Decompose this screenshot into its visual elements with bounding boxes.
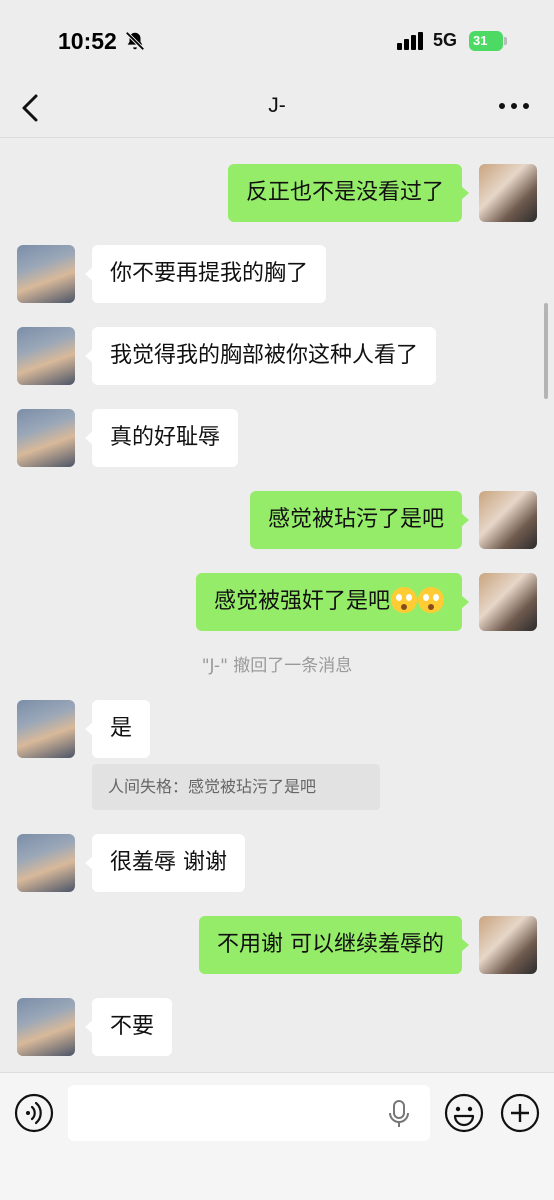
- avatar-contact[interactable]: [17, 834, 75, 892]
- message-bubble-contact[interactable]: 你不要再提我的胸了: [84, 245, 327, 303]
- message-bubble-contact[interactable]: 很羞辱 谢谢: [85, 834, 245, 892]
- message-bubble-contact[interactable]: 是: [84, 700, 151, 758]
- status-bar: 10:52 5G 31: [0, 0, 554, 80]
- avatar-contact[interactable]: [17, 327, 75, 385]
- avatar-contact[interactable]: [17, 409, 75, 467]
- message-bubble-contact[interactable]: 我觉得我的胸部被你这种人看了: [84, 327, 437, 385]
- message-text: 感觉被强奸了是吧: [213, 589, 390, 614]
- battery-level: 31: [469, 31, 503, 51]
- flushed-face-emoji-icon: [418, 587, 444, 613]
- chat-header: J-: [0, 80, 554, 138]
- emoji-icon[interactable]: [444, 1093, 484, 1133]
- avatar-self[interactable]: [479, 916, 537, 974]
- bell-slash-icon: [125, 31, 145, 51]
- microphone-icon[interactable]: [388, 1099, 410, 1129]
- avatar-self[interactable]: [479, 164, 537, 222]
- recall-notice: "J-" 撤回了一条消息: [201, 656, 353, 676]
- avatar-contact[interactable]: [17, 245, 75, 303]
- message-bubble-self[interactable]: 反正也不是没看过了: [227, 164, 470, 222]
- message-bubble-self[interactable]: 感觉被玷污了是吧: [249, 491, 470, 549]
- plus-icon[interactable]: [500, 1093, 540, 1133]
- message-input[interactable]: [68, 1085, 430, 1141]
- network-type: 5G: [433, 30, 458, 50]
- voice-icon[interactable]: [14, 1093, 54, 1133]
- status-time: 10:52: [58, 28, 117, 54]
- signal-icon: [397, 32, 423, 50]
- quoted-reply[interactable]: 人间失格：感觉被玷污了是吧: [92, 764, 380, 810]
- flushed-face-emoji-icon: [391, 587, 417, 613]
- avatar-self[interactable]: [479, 573, 537, 631]
- message-bubble-self[interactable]: 感觉被强奸了是吧: [195, 573, 470, 631]
- input-bar: [0, 1072, 554, 1200]
- battery-icon: 31: [469, 31, 507, 51]
- scrollbar[interactable]: [544, 303, 548, 399]
- more-icon[interactable]: [498, 100, 530, 112]
- avatar-self[interactable]: [479, 491, 537, 549]
- avatar-contact[interactable]: [17, 700, 75, 758]
- message-bubble-contact[interactable]: 不要: [84, 998, 173, 1056]
- chat-title: J-: [268, 94, 286, 117]
- message-bubble-contact[interactable]: 真的好耻辱: [84, 409, 239, 467]
- avatar-contact[interactable]: [17, 998, 75, 1056]
- message-bubble-self[interactable]: 不用谢 可以继续羞辱的: [199, 916, 469, 974]
